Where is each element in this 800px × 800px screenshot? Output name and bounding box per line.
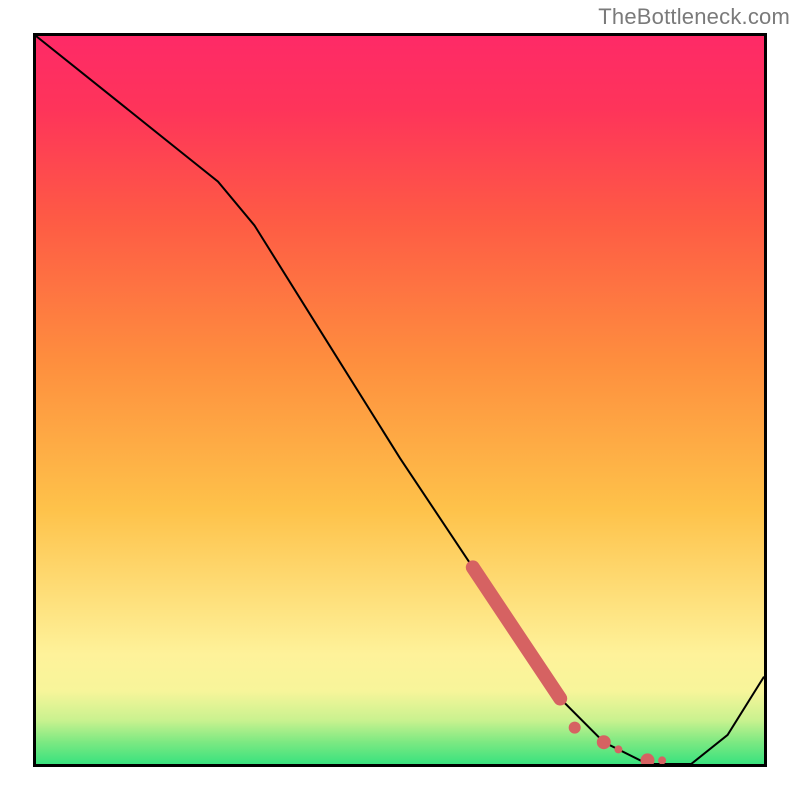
root: TheBottleneck.com xyxy=(0,0,800,800)
plot-area xyxy=(33,33,767,767)
watermark-text: TheBottleneck.com xyxy=(598,4,790,30)
highlight-dot xyxy=(569,722,581,734)
chart-svg xyxy=(36,36,764,764)
highlight-dot xyxy=(597,735,611,749)
background-gradient xyxy=(36,36,764,764)
highlight-dot xyxy=(614,745,622,753)
